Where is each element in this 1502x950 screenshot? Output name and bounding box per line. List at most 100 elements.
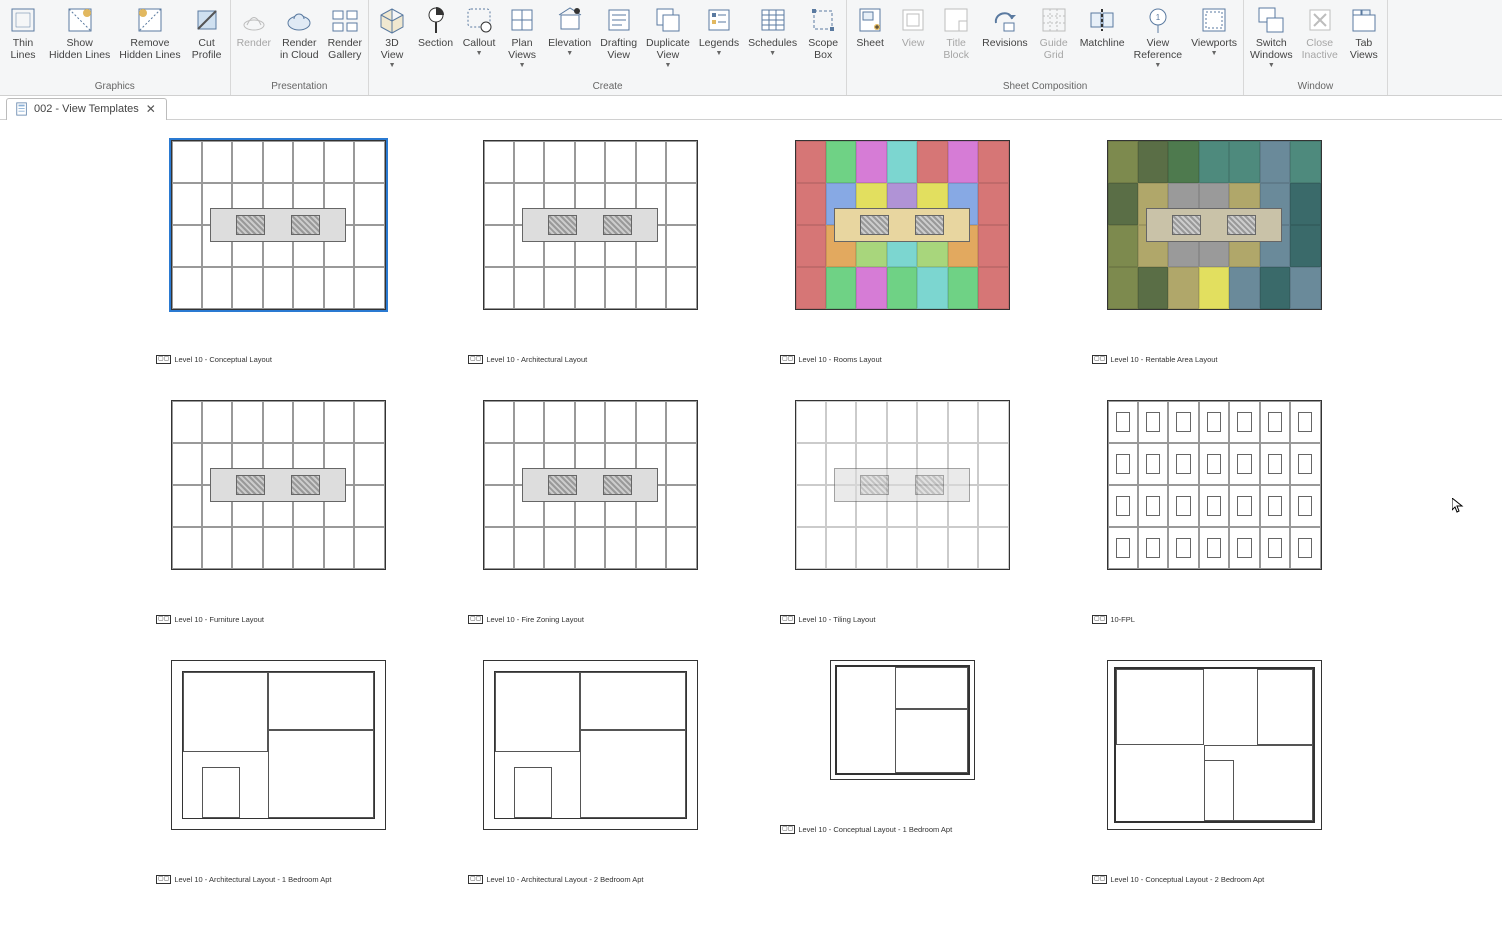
callout-icon: [464, 5, 494, 35]
ribbon-button-label: Viewports: [1191, 37, 1237, 49]
floor-plan-view[interactable]: [483, 660, 698, 830]
view-title: ▢▢Level 10 - Conceptual Layout - 1 Bedro…: [780, 825, 952, 834]
legends-icon: [704, 5, 734, 35]
floor-plan-view[interactable]: [1107, 660, 1322, 830]
view-cell: ▢▢Level 10 - Architectural Layout - 1 Be…: [148, 660, 408, 920]
ribbon-button-label: Matchline: [1080, 37, 1125, 49]
remove-hidden-button[interactable]: Remove Hidden Lines: [115, 2, 184, 63]
view-title-mark-icon: ▢▢: [468, 355, 483, 364]
cut-profile-button[interactable]: Cut Profile: [186, 2, 228, 63]
ribbon-button-label: Revisions: [982, 37, 1028, 49]
close-icon[interactable]: ✕: [144, 102, 158, 116]
floor-plan-view[interactable]: [483, 400, 698, 570]
chevron-down-icon: ▼: [389, 62, 396, 69]
ribbon-group: SheetViewTitle BlockRevisionsGuide GridM…: [847, 0, 1244, 95]
remove-hidden-icon: [135, 5, 165, 35]
view-cell: ▢▢Level 10 - Rooms Layout: [772, 140, 1032, 400]
floor-plan-view[interactable]: [171, 660, 386, 830]
view-title-mark-icon: ▢▢: [1092, 875, 1107, 884]
view-cell: ▢▢Level 10 - Tiling Layout: [772, 400, 1032, 660]
view-title-mark-icon: ▢▢: [1092, 355, 1107, 364]
render-icon: [239, 5, 269, 35]
ribbon-button-label: Callout: [463, 37, 496, 49]
view-title-text: Level 10 - Architectural Layout - 1 Bedr…: [174, 875, 331, 884]
section-button[interactable]: Section: [414, 2, 457, 51]
document-tab-strip: 002 - View Templates ✕: [0, 96, 1502, 120]
view-reference-button[interactable]: 1View Reference▼: [1130, 2, 1186, 71]
view-title-text: Level 10 - Rooms Layout: [798, 355, 881, 364]
view-title-text: Level 10 - Fire Zoning Layout: [486, 615, 584, 624]
elevation-button[interactable]: Elevation▼: [544, 2, 595, 59]
matchline-button[interactable]: Matchline: [1076, 2, 1129, 51]
render-button: Render: [233, 2, 275, 51]
view-title-mark-icon: ▢▢: [780, 355, 795, 364]
guide-grid-button: Guide Grid: [1033, 2, 1075, 63]
floor-plan-view[interactable]: [171, 140, 386, 310]
chevron-down-icon: ▼: [566, 50, 573, 57]
floor-plan-view[interactable]: [1107, 140, 1322, 310]
view-grid: ▢▢Level 10 - Conceptual Layout▢▢Level 10…: [148, 140, 1344, 920]
sheet-canvas[interactable]: ▢▢Level 10 - Conceptual Layout▢▢Level 10…: [0, 120, 1502, 950]
svg-text:1: 1: [1156, 13, 1161, 22]
callout-button[interactable]: Callout▼: [458, 2, 500, 59]
ribbon-button-label: Remove Hidden Lines: [119, 37, 180, 61]
ribbon-group-label: Create: [371, 79, 844, 95]
close-inactive-icon: [1305, 5, 1335, 35]
switch-windows-icon: [1256, 5, 1286, 35]
revisions-button[interactable]: Revisions: [978, 2, 1032, 51]
render-gallery-button[interactable]: Render Gallery: [324, 2, 366, 63]
chevron-down-icon: ▼: [664, 62, 671, 69]
view-cell: ▢▢Level 10 - Conceptual Layout - 1 Bedro…: [772, 660, 1032, 920]
ribbon-button-label: Thin Lines: [10, 37, 35, 61]
3d-view-button[interactable]: 3D View▼: [371, 2, 413, 71]
view-title: ▢▢Level 10 - Furniture Layout: [156, 615, 264, 624]
tab-views-button[interactable]: Tab Views: [1343, 2, 1385, 63]
ribbon-group-label: Sheet Composition: [849, 79, 1241, 95]
view-cell: ▢▢Level 10 - Architectural Layout: [460, 140, 720, 400]
ribbon-group-label: Graphics: [2, 79, 228, 95]
floor-plan-view[interactable]: [795, 400, 1010, 570]
drafting-view-button[interactable]: Drafting View: [596, 2, 641, 63]
view-cell: ▢▢Level 10 - Fire Zoning Layout: [460, 400, 720, 660]
chevron-down-icon: ▼: [1268, 62, 1275, 69]
thin-lines-icon: [8, 5, 38, 35]
switch-windows-button[interactable]: Switch Windows▼: [1246, 2, 1297, 71]
view-title: ▢▢Level 10 - Fire Zoning Layout: [468, 615, 584, 624]
duplicate-view-button[interactable]: Duplicate View▼: [642, 2, 694, 71]
floor-plan-view[interactable]: [171, 400, 386, 570]
legends-button[interactable]: Legends▼: [695, 2, 743, 59]
view-cell: ▢▢Level 10 - Architectural Layout - 2 Be…: [460, 660, 720, 920]
revisions-icon: [990, 5, 1020, 35]
view-button: View: [892, 2, 934, 51]
view-cell: ▢▢Level 10 - Conceptual Layout: [148, 140, 408, 400]
view-title: ▢▢10-FPL: [1092, 615, 1135, 624]
floor-plan-view[interactable]: [830, 660, 975, 780]
elevation-icon: [555, 5, 585, 35]
schedules-button[interactable]: Schedules▼: [744, 2, 801, 59]
floor-plan-view[interactable]: [1107, 400, 1322, 570]
view-title: ▢▢Level 10 - Architectural Layout - 1 Be…: [156, 875, 332, 884]
chevron-down-icon: ▼: [769, 50, 776, 57]
view-cell: ▢▢Level 10 - Rentable Area Layout: [1084, 140, 1344, 400]
view-title: ▢▢Level 10 - Rentable Area Layout: [1092, 355, 1218, 364]
plan-views-button[interactable]: Plan Views▼: [501, 2, 543, 71]
ribbon-button-label: Guide Grid: [1040, 37, 1068, 61]
floor-plan-view[interactable]: [795, 140, 1010, 310]
view-title: ▢▢Level 10 - Conceptual Layout - 2 Bedro…: [1092, 875, 1264, 884]
chevron-down-icon: ▼: [1154, 62, 1161, 69]
ribbon-button-label: Section: [418, 37, 453, 49]
view-title-text: 10-FPL: [1110, 615, 1135, 624]
document-tab-title: 002 - View Templates: [34, 103, 139, 115]
view-title: ▢▢Level 10 - Architectural Layout - 2 Be…: [468, 875, 644, 884]
render-gallery-icon: [330, 5, 360, 35]
floor-plan-view[interactable]: [483, 140, 698, 310]
ribbon-group-label: Presentation: [233, 79, 366, 95]
close-inactive-button: Close Inactive: [1298, 2, 1342, 63]
scope-box-button[interactable]: Scope Box: [802, 2, 844, 63]
thin-lines-button[interactable]: Thin Lines: [2, 2, 44, 63]
sheet-button[interactable]: Sheet: [849, 2, 891, 51]
viewports-button[interactable]: Viewports▼: [1187, 2, 1241, 59]
document-tab[interactable]: 002 - View Templates ✕: [6, 98, 167, 120]
render-cloud-button[interactable]: Render in Cloud: [276, 2, 323, 63]
show-hidden-button[interactable]: Show Hidden Lines: [45, 2, 114, 63]
